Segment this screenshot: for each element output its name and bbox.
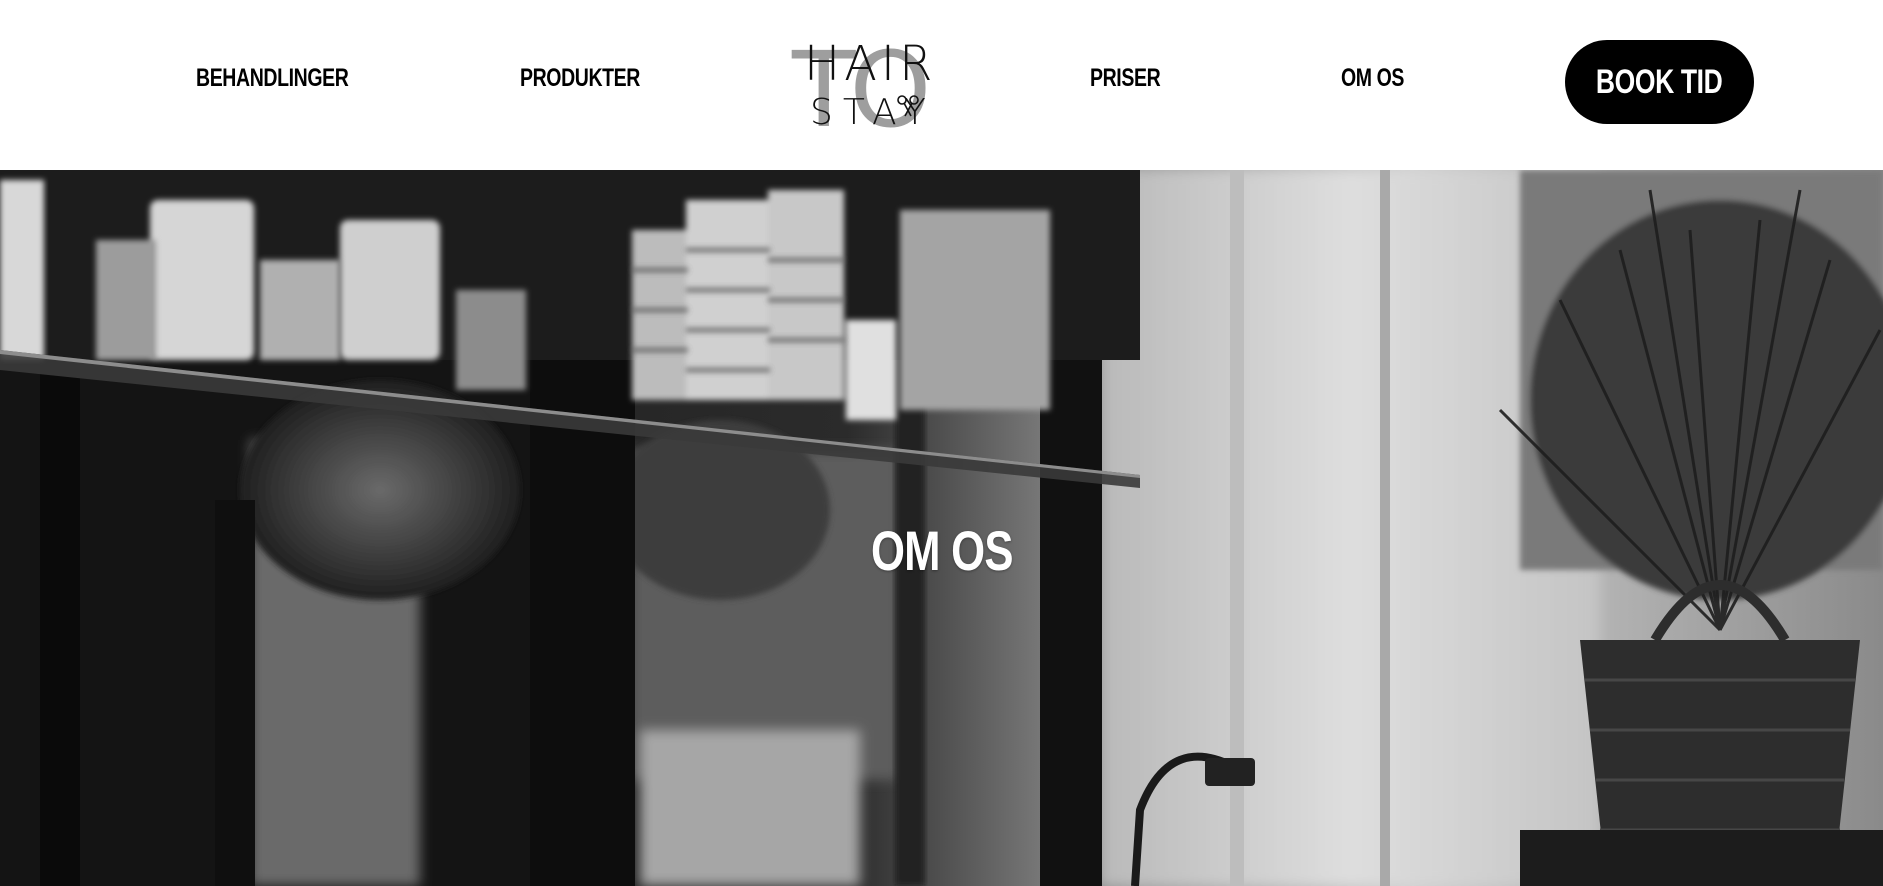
- logo-line1-text: HAIR: [804, 36, 930, 92]
- nav-link-priser[interactable]: PRISER: [1090, 64, 1161, 93]
- site-header: BEHANDLINGER PRODUKTER TO HAIR STAY PRIS…: [0, 0, 1883, 170]
- hero-background-photo: [0, 170, 1883, 886]
- book-tid-label: BOOK TID: [1596, 62, 1723, 101]
- nav-link-produkter[interactable]: PRODUKTER: [520, 64, 640, 93]
- nav-link-om-os[interactable]: OM OS: [1341, 64, 1404, 93]
- hair-to-stay-logo: TO HAIR STAY: [791, 29, 933, 151]
- nav-link-behandlinger[interactable]: BEHANDLINGER: [196, 64, 349, 93]
- site-logo[interactable]: TO HAIR STAY: [790, 29, 933, 151]
- book-tid-button[interactable]: BOOK TID: [1565, 40, 1754, 124]
- logo-line2-text: STAY: [810, 92, 930, 132]
- hero-section: OM OS: [0, 170, 1883, 886]
